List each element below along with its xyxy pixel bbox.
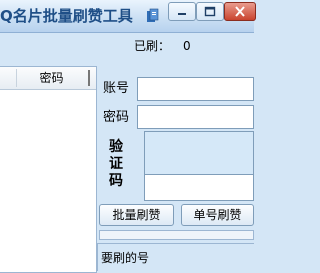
progress-bar xyxy=(99,230,254,240)
close-button[interactable] xyxy=(224,2,256,21)
account-grid[interactable]: 密码 xyxy=(0,66,97,273)
account-field[interactable] xyxy=(137,77,254,101)
target-panel: 要刷的号 xyxy=(97,243,254,271)
batch-like-button[interactable]: 批量刷赞 xyxy=(99,204,174,226)
app-icon xyxy=(147,8,159,22)
grid-header: 密码 xyxy=(0,67,96,90)
maximize-button[interactable] xyxy=(196,2,224,21)
minimize-button[interactable] xyxy=(168,2,196,21)
minimize-icon xyxy=(178,13,186,15)
password-field[interactable] xyxy=(137,105,254,129)
captcha-field[interactable] xyxy=(145,174,253,200)
brushed-count: 0 xyxy=(183,39,191,53)
captcha-label: 验证码 xyxy=(109,139,123,189)
brushed-label: 已刷： xyxy=(134,39,171,53)
grid-column-password[interactable]: 密码 xyxy=(17,67,86,89)
target-label: 要刷的号 xyxy=(101,251,150,265)
captcha-image xyxy=(144,131,254,201)
account-label: 账号 xyxy=(103,81,130,96)
title-bar[interactable]: Q名片批量刷赞工具 xyxy=(0,0,256,33)
column-resize-handle[interactable] xyxy=(88,70,90,86)
single-like-button[interactable]: 单号刷赞 xyxy=(181,204,254,226)
maximize-icon xyxy=(204,6,216,17)
grid-column-header[interactable] xyxy=(0,67,16,89)
password-label: 密码 xyxy=(103,110,130,125)
close-icon xyxy=(235,6,245,17)
window-title: Q名片批量刷赞工具 xyxy=(0,7,133,25)
